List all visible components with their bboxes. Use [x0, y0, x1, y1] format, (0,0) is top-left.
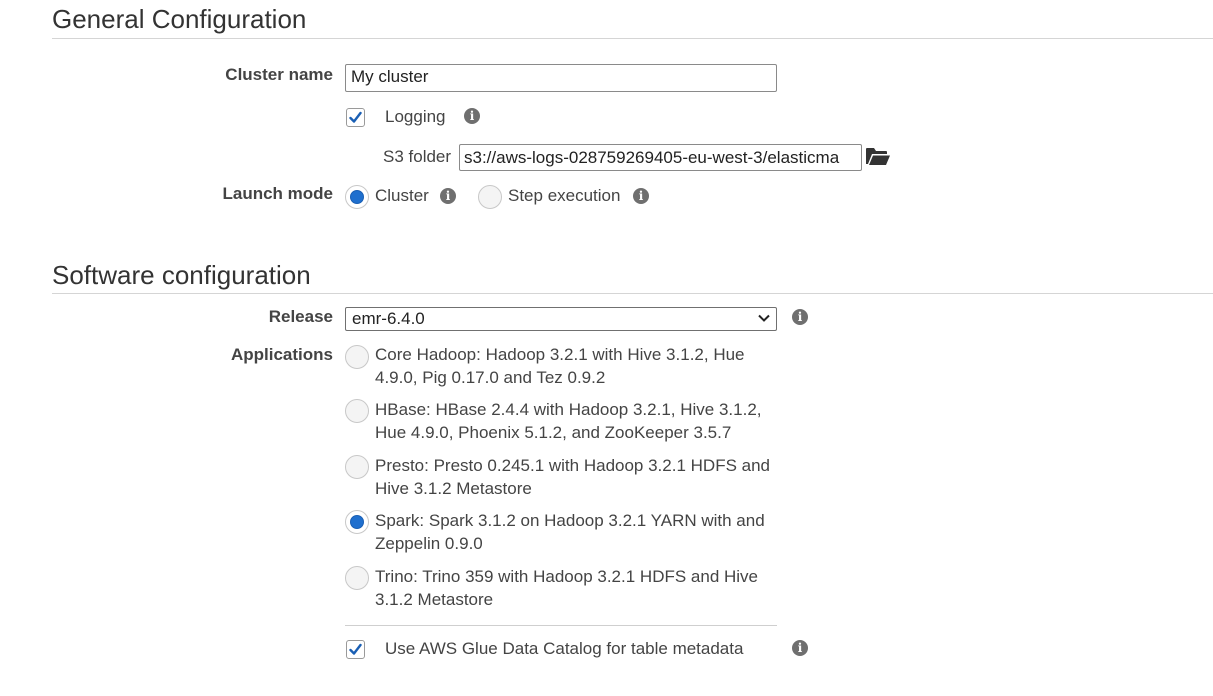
cluster-name-input[interactable]: My cluster — [345, 64, 777, 92]
info-icon[interactable]: i — [792, 309, 808, 325]
launch-mode-cluster-radio[interactable] — [345, 185, 369, 209]
s3-folder-input[interactable]: s3://aws-logs-028759269405-eu-west-3/ela… — [459, 144, 862, 171]
logging-label: Logging — [385, 107, 446, 126]
glue-catalog-label: Use AWS Glue Data Catalog for table meta… — [385, 639, 744, 658]
application-trino-label: Trino: Trino 359 with Hadoop 3.2.1 HDFS … — [375, 567, 759, 609]
application-core-hadoop-radio[interactable] — [345, 345, 369, 369]
application-hbase-label: HBase: HBase 2.4.4 with Hadoop 3.2.1, Hi… — [375, 400, 762, 442]
application-presto-radio[interactable] — [345, 455, 369, 479]
general-configuration-title: General Configuration — [52, 4, 307, 34]
s3-folder-label: S3 folder — [383, 147, 452, 166]
folder-open-icon[interactable] — [865, 145, 891, 167]
software-configuration-title: Software configuration — [52, 260, 311, 290]
chevron-down-icon — [758, 314, 770, 322]
logging-checkbox[interactable] — [346, 108, 365, 127]
application-presto-label: Presto: Presto 0.245.1 with Hadoop 3.2.1… — [375, 456, 771, 498]
application-core-hadoop-label: Core Hadoop: Hadoop 3.2.1 with Hive 3.1.… — [375, 345, 745, 387]
launch-mode-step-execution-radio[interactable] — [478, 185, 502, 209]
glue-catalog-checkbox[interactable] — [346, 640, 365, 659]
launch-mode-cluster-label: Cluster — [375, 186, 429, 205]
applications-divider — [345, 625, 777, 626]
application-spark-radio[interactable] — [345, 510, 369, 534]
info-icon[interactable]: i — [440, 188, 456, 204]
release-label: Release — [268, 307, 333, 326]
application-hbase-radio[interactable] — [345, 399, 369, 423]
launch-mode-step-execution-label: Step execution — [508, 186, 621, 205]
application-spark-label: Spark: Spark 3.1.2 on Hadoop 3.2.1 YARN … — [375, 511, 765, 553]
info-icon[interactable]: i — [633, 188, 649, 204]
checkmark-icon — [349, 643, 362, 655]
launch-mode-label: Launch mode — [222, 184, 333, 203]
application-trino-radio[interactable] — [345, 566, 369, 590]
info-icon[interactable]: i — [464, 108, 480, 124]
applications-label: Applications — [230, 345, 333, 364]
general-divider — [52, 38, 1213, 39]
cluster-name-label: Cluster name — [225, 65, 333, 84]
release-select[interactable]: emr-6.4.0 — [345, 307, 777, 331]
checkmark-icon — [349, 111, 362, 123]
release-select-value: emr-6.4.0 — [352, 309, 425, 328]
software-divider — [52, 293, 1213, 294]
info-icon[interactable]: i — [792, 640, 808, 656]
